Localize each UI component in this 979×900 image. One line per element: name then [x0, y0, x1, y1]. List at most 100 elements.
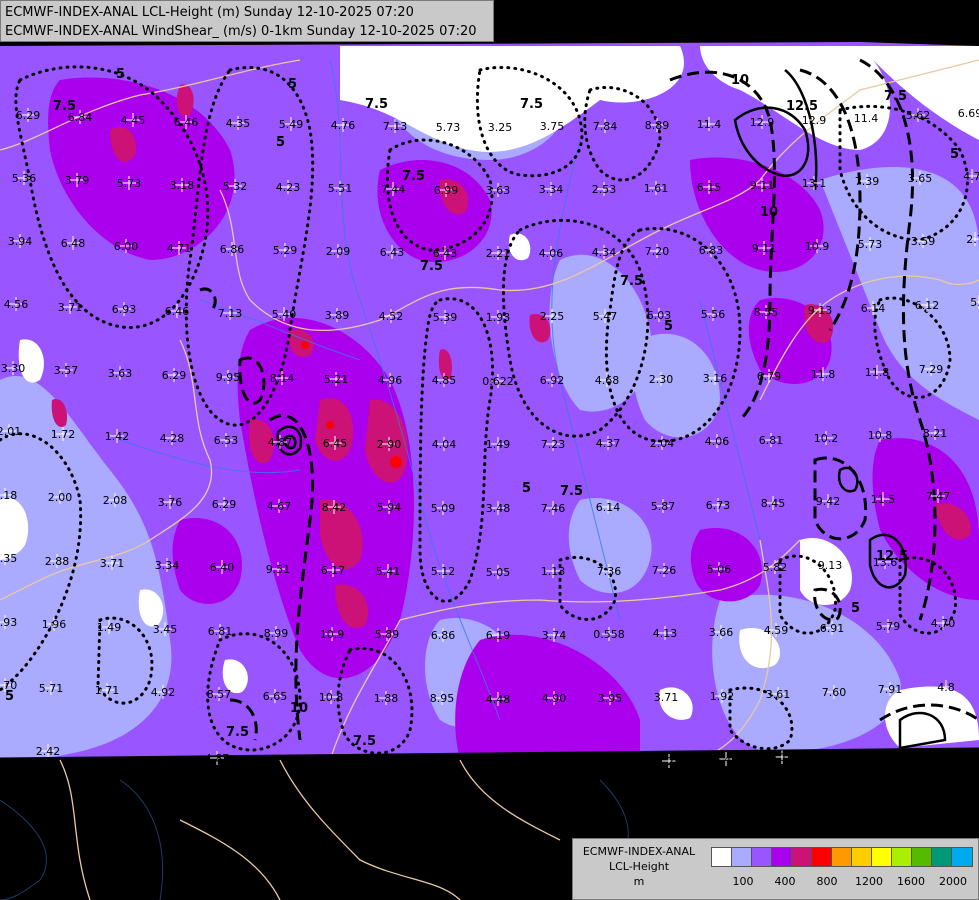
station-value: 3.16: [703, 372, 728, 385]
station-value: 5.62: [906, 109, 931, 122]
station-value: 4.90: [542, 692, 567, 705]
contour-label: 7.5: [226, 725, 249, 740]
station-value: 6.99: [434, 184, 459, 197]
legend-tick: 100: [732, 875, 754, 888]
station-value: 4.45: [121, 114, 146, 127]
station-value: 3.48: [486, 502, 511, 515]
station-value: 6.46: [174, 116, 199, 129]
legend-tick: 1600: [897, 875, 925, 888]
legend-tick: 2000: [939, 875, 967, 888]
station-value: 6.65: [263, 690, 288, 703]
station-value: 6.29: [212, 498, 237, 511]
legend-title-param: LCL-Height: [608, 860, 670, 873]
station-value: 6.14: [596, 501, 621, 514]
station-value: 11.4: [697, 118, 722, 131]
station-value: 7.20: [645, 245, 670, 258]
station-value: 5.40: [272, 308, 297, 321]
legend-swatch: [852, 848, 872, 866]
station-value: 8.57: [207, 688, 232, 701]
station-value: 4.35: [226, 117, 251, 130]
station-value: 6.29: [162, 369, 187, 382]
station-value: 5.29: [273, 244, 298, 257]
station-value: 0.558: [593, 628, 625, 641]
contour-label: 7.5: [353, 734, 376, 749]
station-value: 8.89: [645, 119, 670, 132]
station-value: 4.04: [432, 438, 457, 451]
station-value: 10.9: [805, 240, 830, 253]
station-value: 3.34: [539, 183, 564, 196]
station-value: 3.75: [540, 120, 565, 133]
station-value: 2.21: [486, 247, 511, 260]
station-value: 4.8: [937, 681, 955, 694]
title-line-windshear: ECMWF-INDEX-ANAL WindShear_ (m/s) 0-1km …: [5, 24, 477, 39]
station-value: 7.44: [381, 183, 406, 196]
station-value: 11.8: [865, 366, 890, 379]
station-value: 5.12: [431, 565, 456, 578]
station-value: 1.72: [51, 428, 76, 441]
station-value: 9.13: [818, 559, 843, 572]
legend-swatch: [872, 848, 892, 866]
station-value: 9.11: [752, 242, 777, 255]
station-value: 6.45: [323, 437, 348, 450]
station-value: 6.53: [214, 434, 239, 447]
station-value: 4.23: [276, 181, 301, 194]
station-value: 7.39: [855, 175, 880, 188]
station-value: 4.87: [268, 436, 293, 449]
station-value: 9.11: [750, 179, 775, 192]
station-value: 3.71: [654, 691, 679, 704]
contour-label: 7.5: [560, 484, 583, 499]
station-value: 1.49: [97, 621, 122, 634]
station-value: 3.45: [153, 623, 178, 636]
station-value: 2.08: [103, 494, 128, 507]
station-value: 3.66: [709, 626, 734, 639]
station-value: 1.92: [710, 690, 735, 703]
station-value: 6.15: [697, 181, 722, 194]
station-value: 3.59: [911, 235, 936, 248]
station-value: 4.96: [378, 374, 403, 387]
station-value: 3.79: [65, 174, 90, 187]
station-value: 5.05: [486, 566, 511, 579]
contour-label: 5: [664, 319, 673, 334]
station-value: 4.37: [596, 437, 621, 450]
station-value: 5.89: [375, 628, 400, 641]
station-value: 6.81: [759, 434, 784, 447]
station-value: 6.83: [699, 244, 724, 257]
station-value: 5.73: [436, 121, 461, 134]
station-value: 1.88: [374, 692, 399, 705]
station-value: 8.55: [754, 306, 779, 319]
station-value: 3.89: [325, 309, 350, 322]
station-value: 2.09: [326, 245, 351, 258]
station-value: 7.36: [597, 565, 622, 578]
station-value: 3.94: [8, 235, 33, 248]
station-value: 7.29: [919, 363, 944, 376]
station-value: 9.13: [808, 304, 833, 317]
station-value: 3.65: [908, 172, 933, 185]
station-value: 6.69: [958, 107, 979, 120]
station-value: 7.13: [218, 307, 243, 320]
station-value: 7.13: [383, 120, 408, 133]
station-value: 5.7: [970, 296, 979, 309]
legend-tick: 1200: [855, 875, 883, 888]
contour-label: 5: [288, 77, 297, 92]
station-value: 1.49: [486, 438, 511, 451]
station-value: 5.71: [39, 682, 64, 695]
station-value: 4.56: [4, 298, 29, 311]
legend-swatch: [712, 848, 732, 866]
station-value: 1.96: [42, 618, 67, 631]
contour-label: 5: [276, 135, 285, 150]
station-value: 1.71: [95, 684, 120, 697]
station-value: 5.82: [763, 561, 788, 574]
station-value: 8.14: [270, 372, 295, 385]
contour-label: 7.5: [53, 99, 76, 114]
contour-label: 5: [522, 481, 531, 496]
station-value: 6.16: [770, 751, 795, 764]
station-value: 13.1: [802, 177, 827, 190]
station-value: 6.86: [431, 629, 456, 642]
station-value: 6.73: [706, 499, 731, 512]
station-value: 4.29: [657, 755, 682, 768]
station-value: 12.9: [802, 114, 827, 127]
station-value: 6.12: [915, 299, 940, 312]
legend-title-unit: m: [633, 875, 645, 888]
station-value: 4.93: [0, 616, 17, 629]
station-value: 6.92: [540, 374, 565, 387]
